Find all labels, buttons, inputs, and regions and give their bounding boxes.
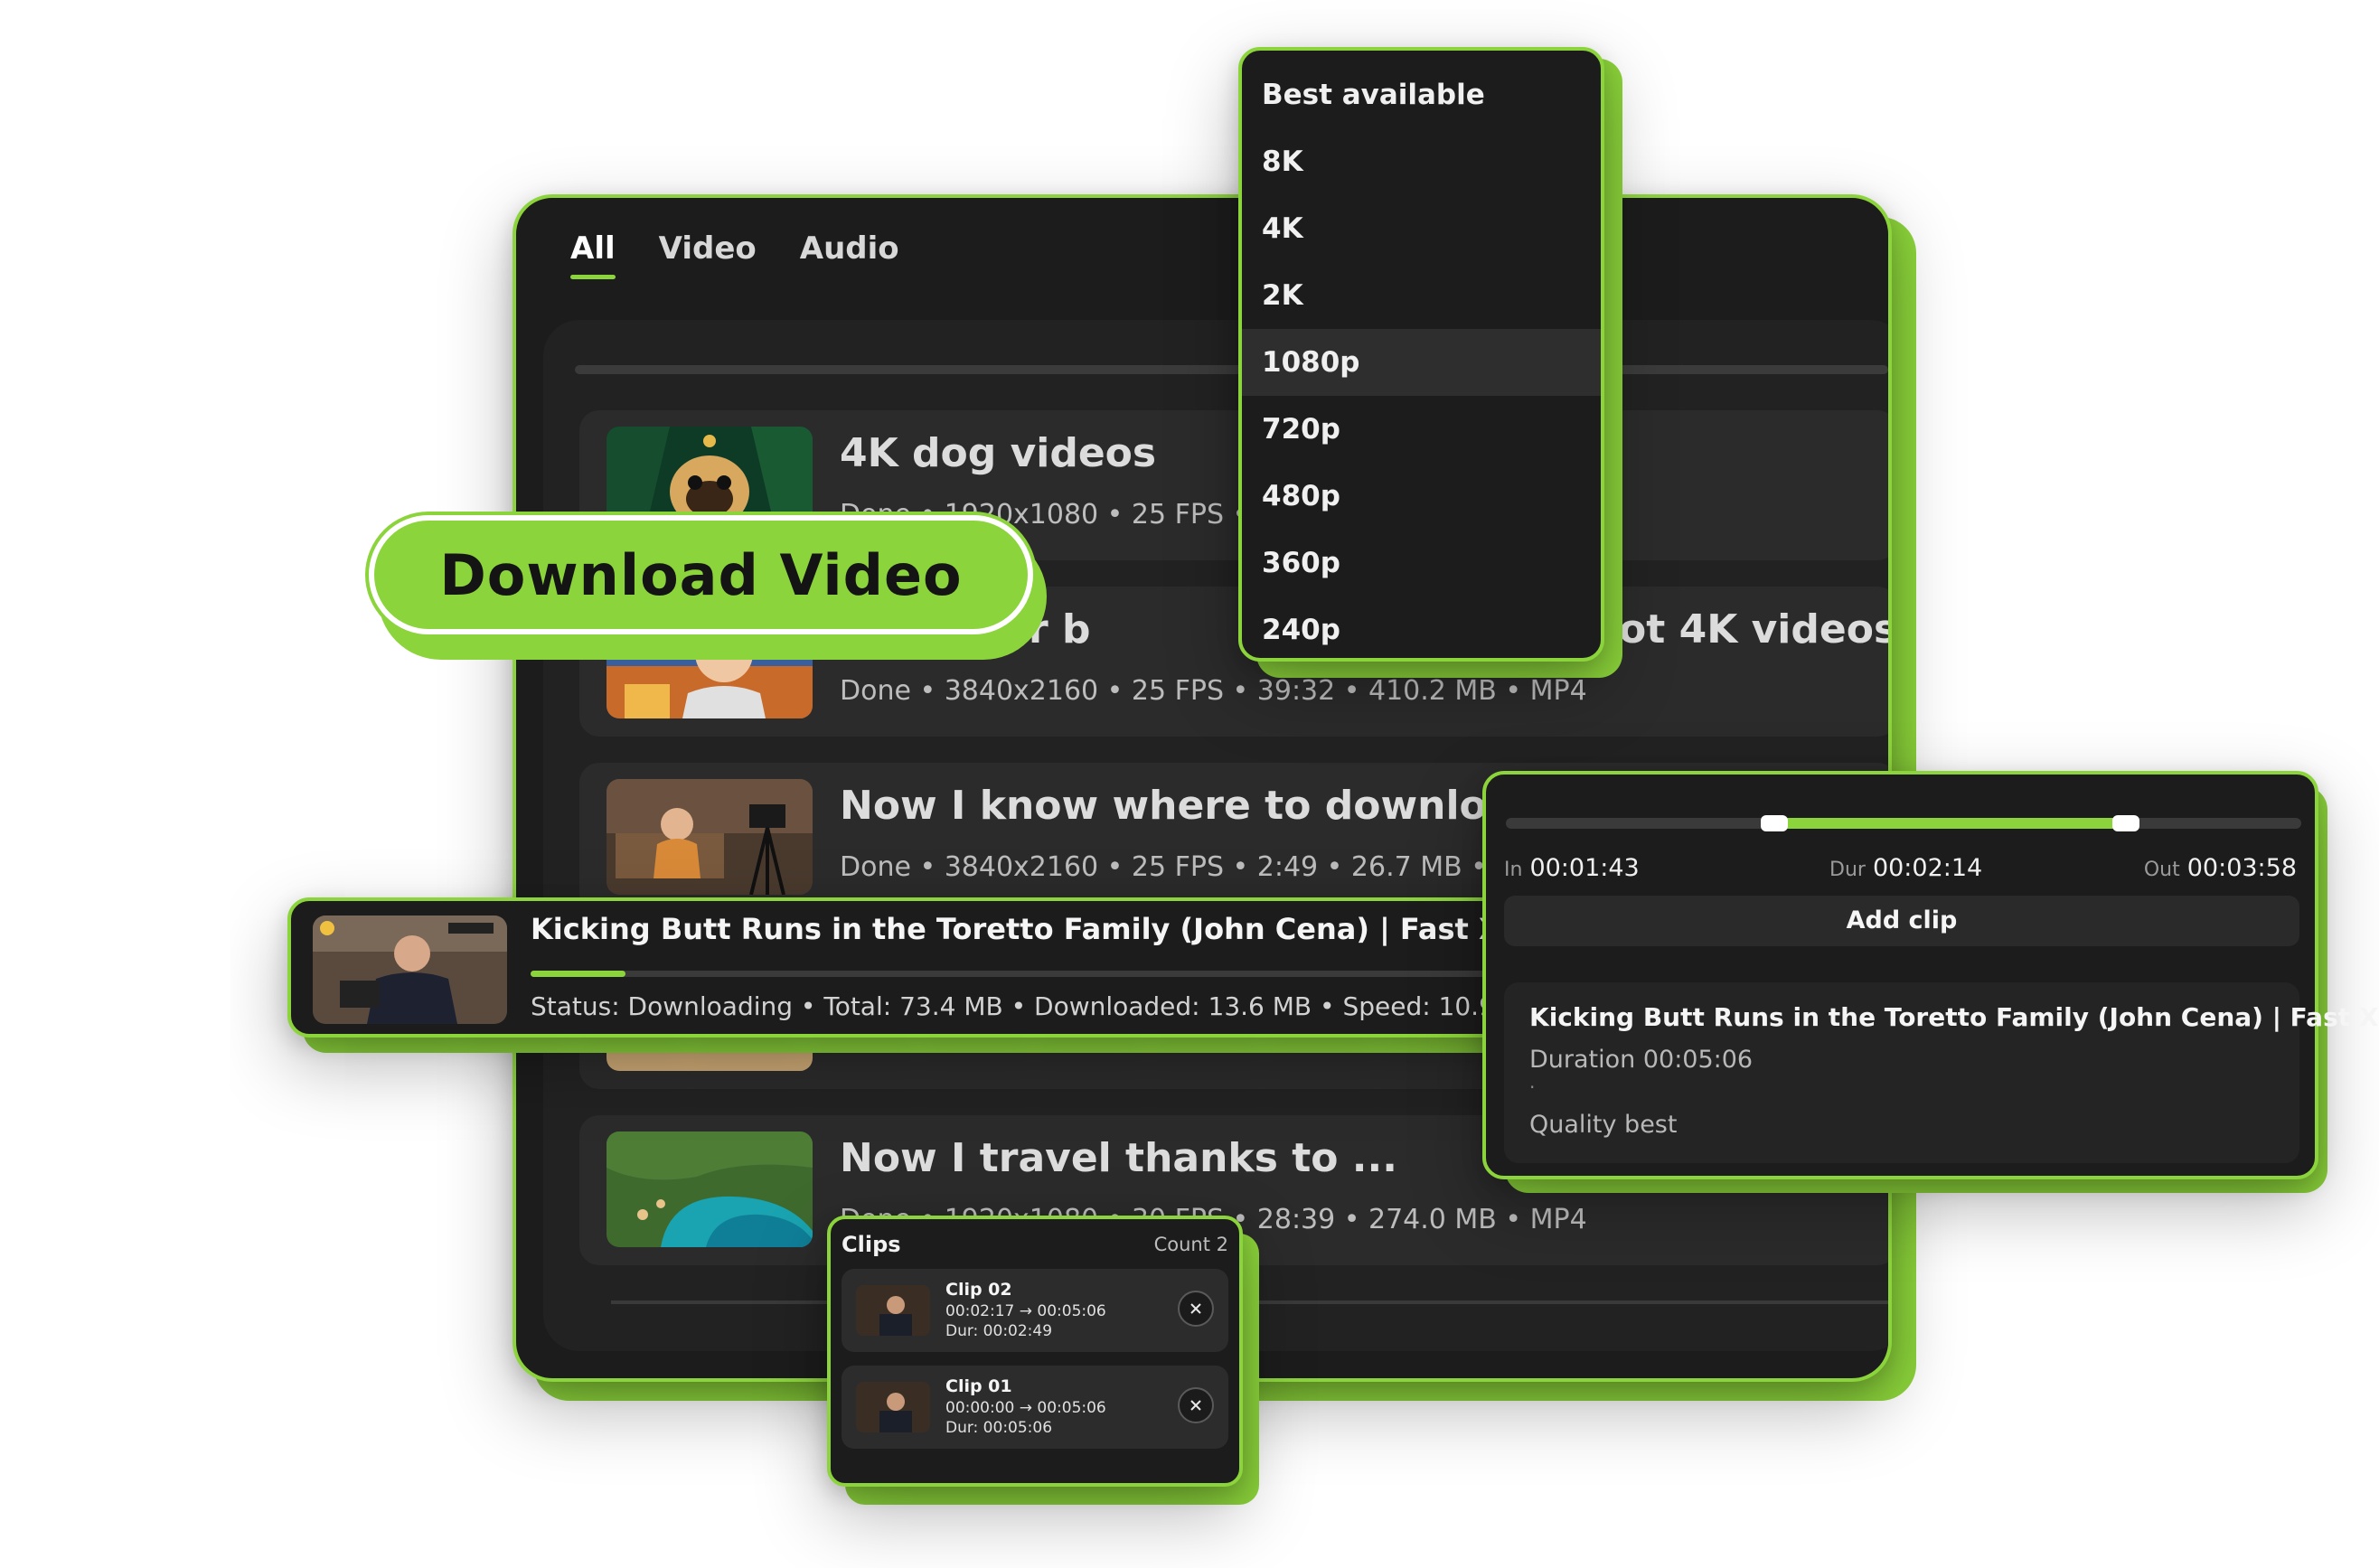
clip-out-handle[interactable] (2111, 815, 2139, 831)
clip-editor-panel: In 00:01:43 Dur 00:02:14 Out 00:03:58 Add c… (1482, 771, 2378, 1179)
clip-name: Clip 01 (945, 1376, 1012, 1396)
remove-clip-button[interactable] (1178, 1387, 1214, 1423)
filter-tabs: All Video Audio (570, 230, 899, 279)
dur-time-value: 00:02:14 (1872, 854, 1983, 882)
download-status-text: Status: Downloading • Total: 73.4 MB • D… (531, 991, 1557, 1021)
quality-option-1080p[interactable]: 1080p (1242, 329, 1601, 396)
video-title: Now I travel thanks to ... (840, 1135, 1397, 1181)
download-video-label: Download Video (439, 541, 963, 608)
source-quality: Quality best (1529, 1111, 1678, 1139)
quality-option-2k[interactable]: 2K (1242, 262, 1601, 329)
dur-time: Dur 00:02:14 (1829, 854, 1982, 882)
clip-range: 00:02:17 → 00:05:06 (945, 1302, 1106, 1320)
quality-dropdown-menu: Best available 8K 4K 2K 1080p 720p 480p … (1238, 47, 1604, 662)
clip-range-slider[interactable] (1506, 815, 2301, 831)
list-header-bar (575, 365, 1888, 374)
video-title-tail: ot 4K videos (1619, 606, 1892, 653)
clip-source-info: Kicking Butt Runs in the Toretto Family … (1504, 982, 2378, 1163)
clip-list-item[interactable]: Clip 02 00:02:17 → 00:05:06 Dur: 00:02:4… (842, 1269, 1228, 1352)
quality-option-8k[interactable]: 8K (1242, 128, 1601, 195)
woman-camera-thumbnail (607, 779, 813, 895)
coast-thumbnail (607, 1131, 813, 1247)
clip-list-item[interactable]: Clip 01 00:00:00 → 00:05:06 Dur: 00:05:0… (842, 1366, 1228, 1449)
video-meta: Done • 3840x2160 • 25 FPS • 39:32 • 410.… (840, 675, 1587, 707)
clip-range: 00:00:00 → 00:05:06 (945, 1399, 1106, 1417)
movie-thumbnail (313, 915, 507, 1024)
clip-duration: Dur: 00:05:06 (945, 1419, 1053, 1437)
clip-times: In 00:01:43 Dur 00:02:14 Out 00:03:58 (1504, 854, 2297, 890)
remove-clip-button[interactable] (1178, 1291, 1214, 1327)
video-title: Now I know where to download (840, 783, 1542, 829)
quality-option-360p[interactable]: 360p (1242, 530, 1601, 596)
tab-audio[interactable]: Audio (800, 230, 899, 279)
video-title: 4K dog videos (840, 430, 1157, 476)
in-time: In 00:01:43 (1504, 854, 1640, 882)
video-meta: Done • 3840x2160 • 25 FPS • 2:49 • 26.7 … (840, 851, 1553, 883)
tab-video[interactable]: Video (659, 230, 757, 279)
out-time-value: 00:03:58 (2186, 854, 2297, 882)
tab-all[interactable]: All (570, 230, 616, 279)
clips-panel: Clips Count 2 Clip 02 00:02:17 → 00:05:0… (827, 1216, 1243, 1487)
source-title: Kicking Butt Runs in the Toretto Family … (1529, 1002, 2379, 1032)
quality-option-480p[interactable]: 480p (1242, 463, 1601, 530)
active-download-title: Kicking Butt Runs in the Toretto Family … (531, 912, 1501, 946)
clip-range-selection (1773, 818, 2126, 829)
in-label: In (1504, 859, 1523, 881)
clip-thumbnail (856, 1285, 930, 1336)
clip-in-handle[interactable] (1760, 815, 1788, 831)
download-progress-bar (531, 971, 1552, 977)
source-duration: Duration 00:05:06 (1529, 1046, 1754, 1074)
quality-option-4k[interactable]: 4K (1242, 195, 1601, 262)
close-icon (1190, 1303, 1201, 1314)
clip-name: Clip 02 (945, 1280, 1012, 1300)
clips-title: Clips (842, 1232, 901, 1257)
download-progress-fill (531, 971, 626, 977)
clip-thumbnail (856, 1382, 930, 1432)
info-separator: · (1529, 1076, 1536, 1098)
out-time: Out 00:03:58 (2144, 854, 2297, 882)
dur-label: Dur (1829, 859, 1866, 881)
active-download-card[interactable]: Kicking Butt Runs in the Toretto Family … (287, 897, 1571, 1038)
quality-option-720p[interactable]: 720p (1242, 396, 1601, 463)
clip-duration: Dur: 00:02:49 (945, 1322, 1053, 1340)
add-clip-button[interactable]: Add clip (1504, 896, 2299, 946)
download-video-button[interactable]: Download Video (369, 515, 1033, 634)
out-label: Out (2143, 859, 2180, 881)
quality-option-240p[interactable]: 240p (1242, 596, 1601, 663)
quality-option-best[interactable]: Best available (1242, 61, 1601, 128)
close-icon (1190, 1400, 1201, 1411)
clips-count: Count 2 (1153, 1234, 1228, 1255)
in-time-value: 00:01:43 (1529, 854, 1640, 882)
